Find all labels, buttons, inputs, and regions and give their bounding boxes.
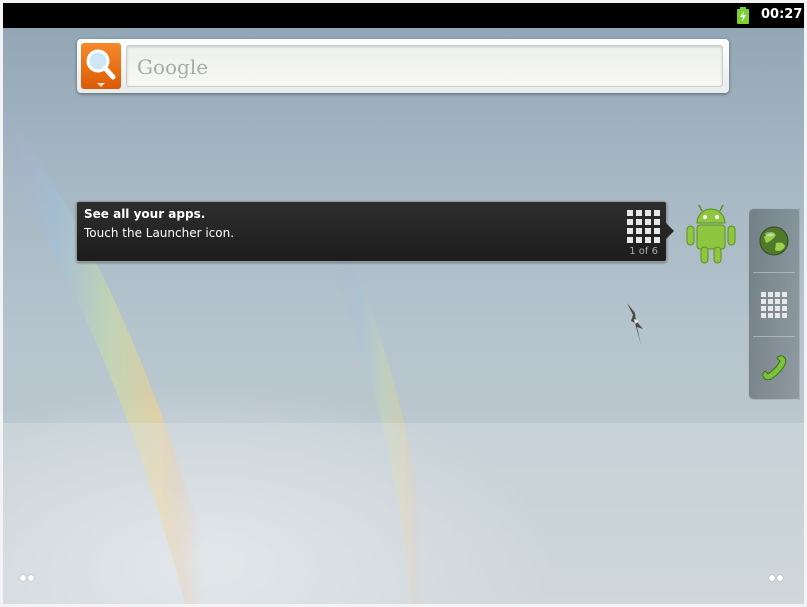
search-placeholder: Google xyxy=(137,55,209,79)
tip-body: Touch the Launcher icon. xyxy=(84,226,235,240)
phone-icon xyxy=(762,354,787,380)
status-bar: 00:27 xyxy=(3,3,804,28)
home-screen: 00:27 Google See all your apps. Touch th… xyxy=(3,3,804,604)
tip-title: See all your apps. xyxy=(84,207,206,221)
status-clock: 00:27 xyxy=(761,7,803,22)
google-search-widget[interactable]: Google xyxy=(77,39,729,93)
battery-charging-icon xyxy=(737,7,749,24)
android-robot-icon xyxy=(686,204,736,264)
wallpaper-rainbow xyxy=(3,113,804,604)
dock-item-browser[interactable] xyxy=(749,209,799,272)
page-dots-left-icon[interactable] xyxy=(20,566,38,581)
app-grid-icon xyxy=(761,291,787,318)
search-icon xyxy=(86,49,116,87)
globe-icon xyxy=(759,226,789,255)
tip-counter: 1 of 6 xyxy=(629,246,658,257)
tip-pointer xyxy=(665,222,674,240)
launcher-tip-bubble[interactable]: See all your apps. Touch the Launcher ic… xyxy=(76,201,667,262)
app-dock xyxy=(748,208,800,400)
page-dots-right-icon[interactable] xyxy=(769,566,787,581)
launcher-grid-icon xyxy=(627,210,660,243)
bird-icon xyxy=(627,303,643,345)
search-input[interactable]: Google xyxy=(126,45,723,87)
dock-item-launcher[interactable] xyxy=(749,273,799,336)
dock-item-phone[interactable] xyxy=(749,337,799,400)
search-button[interactable] xyxy=(81,43,121,89)
